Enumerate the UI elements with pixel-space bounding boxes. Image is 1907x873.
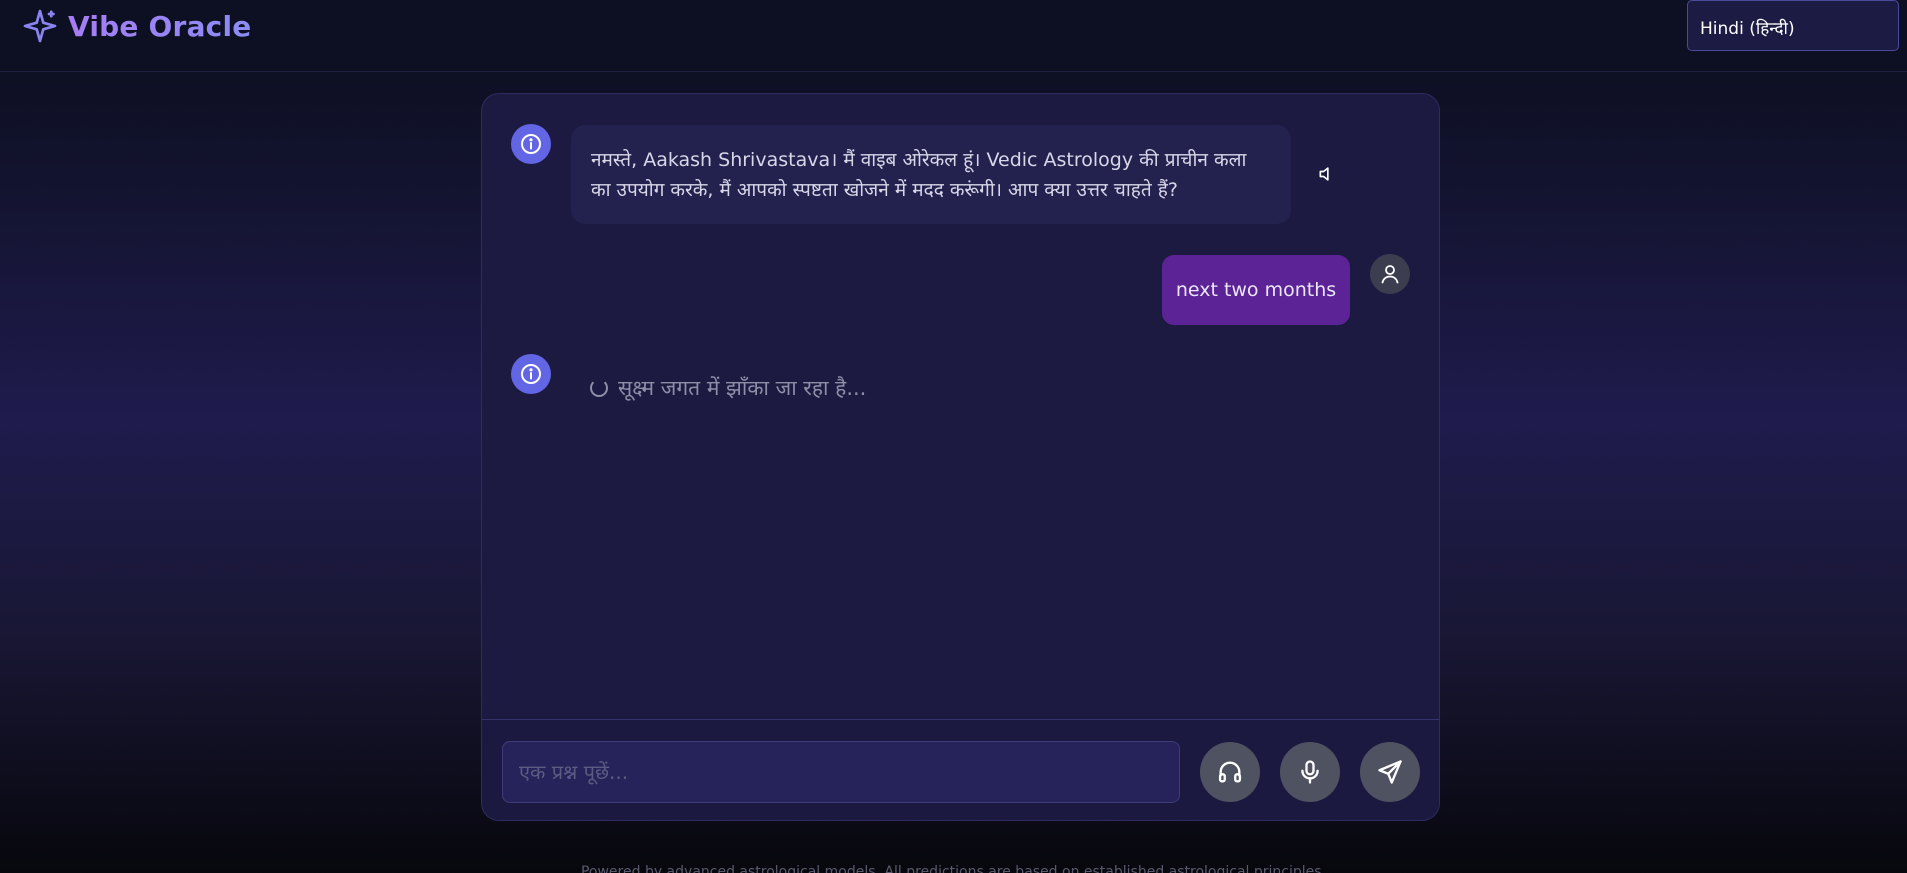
info-icon: [521, 364, 541, 384]
app-header: Vibe Oracle Hindi (हिन्दी): [0, 0, 1907, 72]
sparkle-icon: [23, 9, 57, 43]
loading-indicator: सूक्ष्म जगत में झाँका जा रहा है...: [590, 374, 866, 402]
spinner-icon: [590, 379, 608, 397]
footer-disclaimer: Powered by advanced astrological models.…: [580, 864, 1327, 873]
microphone-button[interactable]: [1280, 742, 1340, 802]
user-message: next two months: [1162, 255, 1350, 325]
bot-message: नमस्ते, Aakash Shrivastava। मैं वाइब ओरे…: [571, 125, 1291, 224]
bot-message-line-1: नमस्ते, Aakash Shrivastava। मैं वाइब ओरे…: [591, 149, 1247, 171]
speaker-icon[interactable]: [1317, 164, 1337, 184]
user-icon: [1381, 265, 1399, 284]
info-icon: [521, 134, 541, 154]
loading-text: सूक्ष्म जगत में झाँका जा रहा है...: [618, 376, 867, 400]
composer: [482, 719, 1439, 820]
logo[interactable]: Vibe Oracle: [22, 8, 251, 44]
language-select[interactable]: Hindi (हिन्दी): [1687, 0, 1899, 51]
user-avatar: [1370, 254, 1410, 294]
bot-avatar: [511, 354, 551, 394]
microphone-icon: [1301, 760, 1319, 784]
bot-avatar: [511, 124, 551, 164]
send-icon: [1378, 760, 1402, 784]
headphones-icon: [1218, 761, 1242, 783]
question-input[interactable]: [502, 741, 1180, 803]
message-list: नमस्ते, Aakash Shrivastava। मैं वाइब ओरे…: [482, 94, 1439, 719]
bot-message-line-2: का उपयोग करके, मैं आपको स्पष्टता खोजने म…: [591, 179, 1178, 201]
brand-name: Vibe Oracle: [68, 9, 252, 43]
headphones-button[interactable]: [1200, 742, 1260, 802]
chat-card: नमस्ते, Aakash Shrivastava। मैं वाइब ओरे…: [481, 93, 1440, 821]
send-button[interactable]: [1360, 742, 1420, 802]
